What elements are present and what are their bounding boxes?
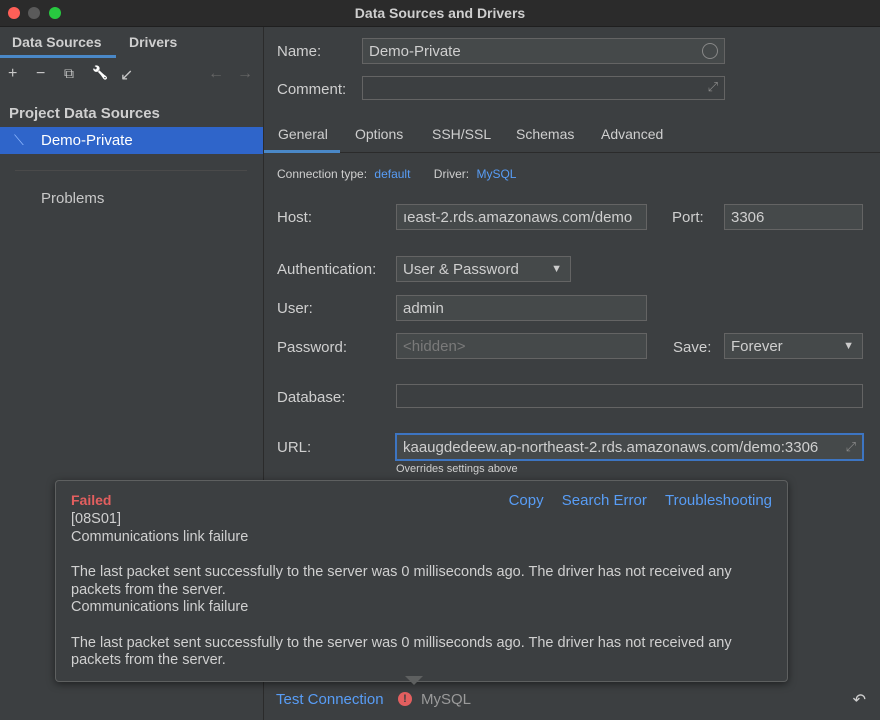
tab-options[interactable]: Options [355,126,403,142]
tab-data-sources[interactable]: Data Sources [12,34,101,50]
authentication-label: Authentication: [277,261,377,278]
authentication-select[interactable]: User & Password ▼ [396,256,571,282]
tab-schemas[interactable]: Schemas [516,126,574,142]
troubleshooting-link[interactable]: Troubleshooting [665,492,772,509]
expand-icon[interactable]: ⤢ [708,79,718,95]
url-input[interactable]: kaaugdedeew.ap-northeast-2.rds.amazonaws… [395,433,864,461]
copy-link[interactable]: Copy [509,492,544,509]
title-bar: Data Sources and Drivers [0,0,880,27]
user-value: admin [403,299,444,317]
remove-icon[interactable]: − [36,65,45,83]
name-input[interactable]: Demo-Private [362,38,725,64]
window-title: Data Sources and Drivers [354,5,526,21]
user-label: User: [277,300,313,317]
name-value: Demo-Private [369,42,461,60]
test-connection-link[interactable]: Test Connection [276,691,384,708]
divider [15,170,247,171]
error-line: The last packet sent successfully to the… [71,634,736,669]
bottom-bar: Test Connection ! MySQL ↶ [264,688,880,720]
host-input[interactable]: ıeast-2.rds.amazonaws.com/demo [396,204,647,230]
tab-general[interactable]: General [278,126,328,142]
data-source-item[interactable]: ⟍ Demo-Private [0,127,263,154]
error-message: [08S01] Communications link failure The … [71,511,771,670]
expand-icon[interactable]: ⤢ [846,439,856,455]
tab-drivers[interactable]: Drivers [129,34,177,50]
tab-advanced[interactable]: Advanced [601,126,663,142]
comment-label: Comment: [277,81,347,98]
chevron-down-icon: ▼ [843,340,854,352]
problems-item[interactable]: Problems [41,190,104,207]
database-input[interactable] [396,384,863,408]
url-label: URL: [277,439,312,456]
save-label: Save: [673,339,712,356]
popup-pointer [405,676,423,685]
port-value: 3306 [731,208,765,226]
import-icon[interactable]: ↙ [120,65,133,85]
forward-arrow-icon[interactable]: → [237,65,253,83]
active-tab-indicator [264,150,340,153]
left-tabs: Data Sources Drivers [0,27,263,58]
search-error-link[interactable]: Search Error [562,492,647,509]
driver-name: MySQL [421,691,472,708]
save-select[interactable]: Forever ▼ [724,333,863,359]
left-toolbar: + − ⧉ 🔧 ↙ ← → [0,65,263,89]
save-value: Forever [731,337,783,355]
error-code: [08S01] [71,511,121,527]
password-input[interactable]: <hidden> [396,333,647,359]
url-value: kaaugdedeew.ap-northeast-2.rds.amazonaws… [403,438,819,456]
host-value: ıeast-2.rds.amazonaws.com/demo [403,208,633,226]
name-label: Name: [277,43,322,60]
port-label: Port: [672,209,704,226]
user-input[interactable]: admin [396,295,647,321]
form-tabs: General Options SSH/SSL Schemas Advanced [264,124,880,153]
copy-icon[interactable]: ⧉ [64,65,74,82]
error-status: Failed [71,492,112,508]
connection-type-link[interactable]: default [374,167,410,181]
section-project-data-sources: Project Data Sources [9,105,160,122]
connection-error-popup: Failed Copy Search Error Troubleshooting… [55,480,788,682]
port-input[interactable]: 3306 [724,204,863,230]
error-line: Communications link failure [71,528,249,545]
authentication-value: User & Password [403,260,519,278]
tab-ssh-ssl[interactable]: SSH/SSL [432,126,491,142]
password-placeholder: <hidden> [403,337,466,355]
popup-actions: Copy Search Error Troubleshooting [495,492,772,509]
connection-type-label: Connection type: [277,167,368,181]
back-arrow-icon[interactable]: ← [208,65,224,83]
password-label: Password: [277,339,348,356]
database-label: Database: [277,389,346,406]
add-icon[interactable]: + [8,65,17,83]
driver-link[interactable]: MySQL [476,167,516,181]
chevron-down-icon: ▼ [551,263,562,275]
data-source-label: Demo-Private [41,132,133,149]
error-line: The last packet sent successfully to the… [71,564,736,598]
color-circle-icon[interactable] [702,43,718,59]
mysql-dolphin-icon: ⟍ [14,132,24,148]
connection-info: Connection type: default Driver: MySQL [277,167,516,181]
active-tab-indicator [0,55,116,58]
error-line: Communications link failure [71,599,249,615]
error-icon[interactable]: ! [398,692,412,706]
host-label: Host: [277,209,313,226]
driver-label: Driver: [433,167,470,181]
comment-input[interactable]: ⤢ [362,76,725,100]
revert-icon[interactable]: ↶ [853,690,866,710]
url-hint: Overrides settings above [396,463,518,475]
wrench-icon[interactable]: 🔧 [92,65,108,81]
